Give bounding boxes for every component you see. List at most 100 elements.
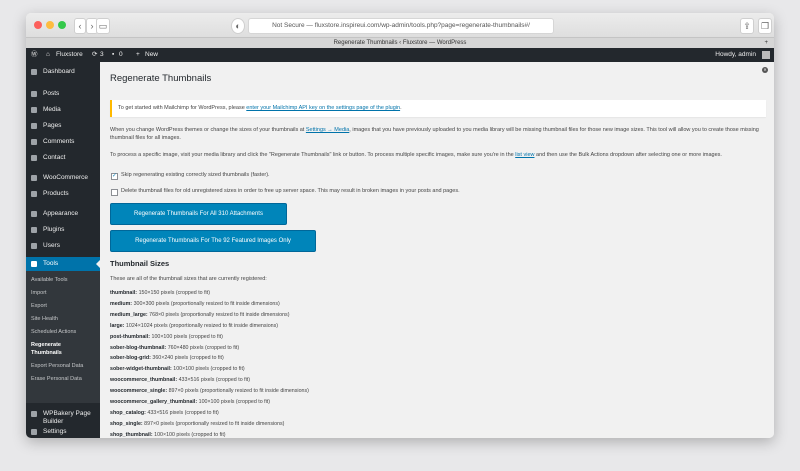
mail-icon [31,155,37,161]
sidebar-item-woocommerce[interactable]: WooCommerce [26,172,100,184]
submenu-export[interactable]: Export [31,303,47,310]
privacy-icon[interactable]: ◐ [231,18,245,34]
size-name: shop_catalog: [110,409,146,416]
thumbnail-size-row: woocommerce_thumbnail: 433×516 pixels (c… [110,377,250,383]
size-name: medium_large: [110,311,148,318]
browser-window: ‹ › ▭ ◐ Not Secure — fluxstore.inspireui… [26,13,774,438]
howdy-user-link[interactable]: Howdy, admin [715,48,756,62]
size-description: 897×0 pixels (proportionally resized to … [168,388,309,395]
share-icon[interactable]: ⇪ [740,18,754,34]
size-name: sober-widget-thumbnail: [110,366,172,373]
sidebar-item-contact[interactable]: Contact [26,152,100,164]
woocommerce-icon [31,175,37,181]
wp-admin-bar: Ⓦ ⌂ Fluxstore ⟳ 3 ▪ 0 + New Howdy, admin [26,48,774,62]
submenu-available-tools[interactable]: Available Tools [31,277,68,284]
submenu-site-health[interactable]: Site Health [31,316,58,323]
wrench-icon [31,261,37,267]
new-content-link[interactable]: New [145,48,158,62]
sidebar-toggle-icon[interactable]: ▭ [96,18,110,34]
site-name-link[interactable]: Fluxstore [56,48,83,62]
size-description: 433×516 pixels (cropped to fit) [147,409,219,416]
thumbnail-size-row: shop_catalog: 433×516 pixels (cropped to… [110,410,219,416]
skip-existing-label: Skip regenerating existing correctly siz… [121,172,270,178]
size-description: 433×516 pixels (cropped to fit) [178,377,250,384]
plus-icon: + [136,51,140,58]
size-name: sober-blog-thumbnail: [110,344,167,351]
dashboard-icon [31,69,37,75]
thumbnail-size-row: woocommerce_gallery_thumbnail: 100×100 p… [110,399,270,405]
skip-existing-checkbox[interactable] [111,172,118,180]
sidebar-item-users[interactable]: Users [26,240,100,252]
submenu-erase-personal-data[interactable]: Erase Personal Data [31,376,82,383]
thumbnail-size-row: sober-widget-thumbnail: 100×100 pixels (… [110,366,245,372]
size-description: 768×0 pixels (proportionally resized to … [149,311,290,318]
regenerate-all-button[interactable]: Regenerate Thumbnails For All 310 Attach… [110,203,287,225]
tools-submenu: Available Tools Import Export Site Healt… [26,271,100,403]
sidebar-item-plugins[interactable]: Plugins [26,224,100,236]
submenu-scheduled-actions[interactable]: Scheduled Actions [31,329,76,336]
maximize-window-icon[interactable] [58,21,66,29]
size-name: woocommerce_single: [110,388,168,395]
size-description: 360×240 pixels (cropped to fit) [152,355,224,362]
comments-icon[interactable]: ▪ [112,48,114,62]
back-icon[interactable]: ‹ [74,18,86,34]
submenu-import[interactable]: Import [31,290,47,297]
size-name: shop_thumbnail: [110,431,153,438]
list-view-link[interactable]: list view [515,152,534,158]
tab-title[interactable]: Regenerate Thumbnails ‹ Fluxstore — Word… [334,40,467,46]
avatar[interactable] [762,51,770,59]
size-name: sober-blog-grid: [110,355,151,362]
sidebar-item-appearance[interactable]: Appearance [26,208,100,220]
size-description: 1024×1024 pixels (proportionally resized… [125,322,278,329]
thumbnail-size-row: sober-blog-thumbnail: 760×480 pixels (cr… [110,345,239,351]
size-description: 100×100 pixels (cropped to fit) [198,399,271,405]
sidebar-item-media[interactable]: Media [26,104,100,116]
browser-toolbar: ‹ › ▭ ◐ Not Secure — fluxstore.inspireui… [26,13,774,37]
submenu-regenerate-thumbnails[interactable]: Regenerate [31,342,61,349]
submenu-export-personal-data[interactable]: Export Personal Data [31,363,83,370]
thumbnail-size-row: medium: 300×300 pixels (proportionally r… [110,301,280,307]
intro-paragraph-1: When you change WordPress themes or chan… [110,127,759,141]
thumbnail-size-row: woocommerce_single: 897×0 pixels (propor… [110,388,309,394]
thumbnail-size-row: thumbnail: 150×150 pixels (cropped to fi… [110,290,210,296]
size-name: large: [110,322,125,329]
users-icon [31,243,37,249]
size-name: post-thumbnail: [110,333,151,340]
notice-text: To get started with Mailchimp for WordPr… [118,105,402,111]
close-window-icon[interactable] [34,21,42,29]
size-name: woocommerce_thumbnail: [110,377,178,384]
thumbnail-size-row: medium_large: 768×0 pixels (proportional… [110,312,289,318]
address-bar[interactable]: Not Secure — fluxstore.inspireui.com/wp-… [248,18,554,34]
size-name: woocommerce_gallery_thumbnail: [110,399,198,405]
plug-icon [31,227,37,233]
mailchimp-notice: To get started with Mailchimp for WordPr… [110,100,766,117]
regenerate-featured-button[interactable]: Regenerate Thumbnails For The 92 Feature… [110,230,316,252]
minimize-window-icon[interactable] [46,21,54,29]
updates-icon[interactable]: ⟳ [92,48,97,62]
sidebar-item-posts[interactable]: Posts [26,88,100,100]
wordpress-logo-icon[interactable]: Ⓦ [31,48,38,62]
sidebar-item-products[interactable]: Products [26,188,100,200]
delete-old-sizes-checkbox[interactable] [111,189,118,196]
home-icon: ⌂ [46,51,50,58]
sidebar-item-comments[interactable]: Comments [26,136,100,148]
submenu-regenerate-thumbnails-line2[interactable]: Thumbnails [31,350,62,357]
sizes-intro: These are all of the thumbnail sizes tha… [110,276,267,282]
sidebar-item-dashboard[interactable]: Dashboard [26,66,100,78]
sidebar-item-pages[interactable]: Pages [26,120,100,132]
size-description: 150×150 pixels (cropped to fit) [138,290,210,296]
pin-icon [31,91,37,97]
sidebar-item-tools[interactable]: Tools [26,257,100,271]
thumbnail-size-row: sober-blog-grid: 360×240 pixels (cropped… [110,355,224,361]
size-description: 100×100 pixels (cropped to fit) [173,366,245,373]
mailchimp-settings-link[interactable]: enter your Mailchimp API key on the sett… [246,105,400,111]
size-name: shop_single: [110,420,143,427]
comment-icon [31,139,37,145]
dismiss-icon[interactable]: ✕ [762,67,768,73]
media-icon [31,107,37,113]
thumbnail-size-row: large: 1024×1024 pixels (proportionally … [110,323,278,329]
sidebar-item-settings[interactable]: Settings [26,426,100,438]
settings-media-link[interactable]: Settings → Media [306,127,349,133]
tabs-overview-icon[interactable]: ❐ [758,18,772,34]
size-name: medium: [110,300,133,307]
